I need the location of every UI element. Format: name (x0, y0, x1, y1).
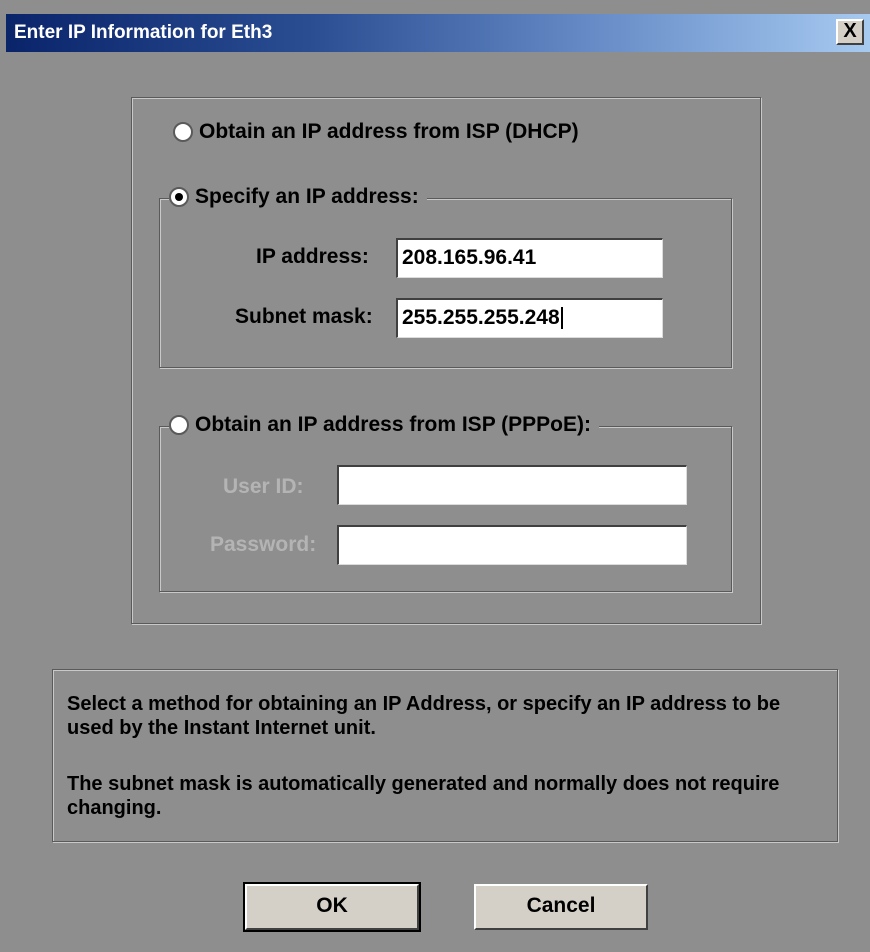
title-bar[interactable]: Enter IP Information for Eth3 X (6, 14, 870, 52)
ip-address-input[interactable]: 208.165.96.41 (396, 238, 663, 278)
pppoe-group (159, 426, 732, 592)
close-button[interactable]: X (836, 19, 864, 45)
static-ip-group (159, 198, 732, 368)
userid-input[interactable] (337, 465, 687, 505)
static-label: Specify an IP address: (195, 185, 419, 208)
text-caret (560, 307, 563, 330)
radio-selected-dot (175, 193, 183, 201)
ok-button[interactable]: OK (243, 882, 421, 932)
close-icon: X (843, 20, 857, 42)
dhcp-radio-option[interactable]: Obtain an IP address from ISP (DHCP) (173, 120, 587, 144)
help-paragraph-2: The subnet mask is automatically generat… (67, 773, 780, 819)
pppoe-radio-option[interactable]: Obtain an IP address from ISP (PPPoE): (169, 413, 599, 437)
cancel-button[interactable]: Cancel (474, 884, 648, 930)
dhcp-label: Obtain an IP address from ISP (DHCP) (199, 120, 579, 143)
dialog-window: Enter IP Information for Eth3 X Obtain a… (0, 0, 870, 952)
ip-address-value: 208.165.96.41 (402, 246, 537, 269)
window-title: Enter IP Information for Eth3 (14, 22, 273, 43)
subnet-mask-input[interactable]: 255.255.255.248 (396, 298, 663, 338)
dhcp-radio[interactable] (173, 122, 193, 142)
subnet-mask-value: 255.255.255.248 (402, 306, 560, 329)
static-radio[interactable] (169, 187, 189, 207)
userid-label: User ID: (223, 475, 304, 498)
ip-address-label: IP address: (256, 245, 369, 268)
help-paragraph-1: Select a method for obtaining an IP Addr… (67, 693, 781, 739)
static-radio-option[interactable]: Specify an IP address: (169, 185, 427, 209)
password-label: Password: (210, 533, 317, 556)
subnet-mask-label: Subnet mask: (235, 305, 373, 328)
password-input[interactable] (337, 525, 687, 565)
pppoe-radio[interactable] (169, 415, 189, 435)
pppoe-label: Obtain an IP address from ISP (PPPoE): (195, 413, 591, 436)
